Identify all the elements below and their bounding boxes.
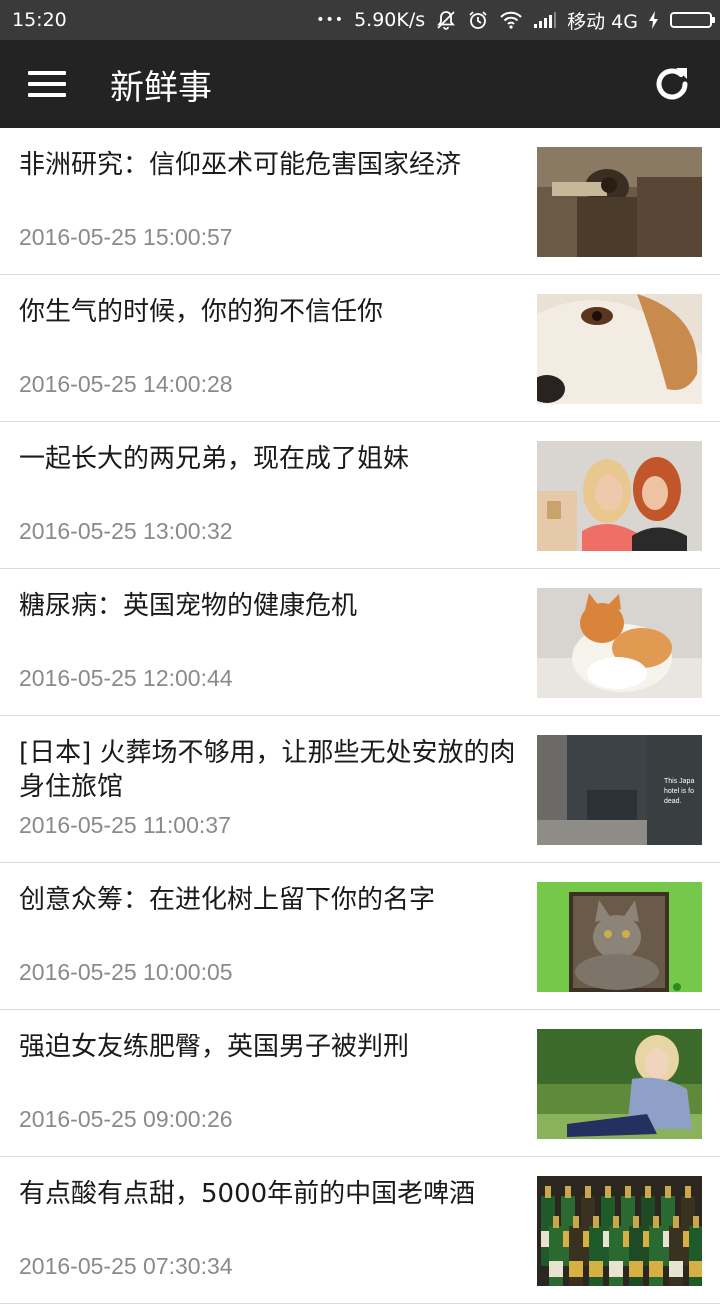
page-title: 新鲜事 bbox=[110, 67, 212, 108]
article-item[interactable]: [日本] 火葬场不够用，让那些无处安放的肉身住旅馆 2016-05-25 11:0… bbox=[0, 716, 720, 863]
alarm-icon bbox=[467, 9, 489, 31]
article-title: 你生气的时候，你的狗不信任你 bbox=[19, 297, 384, 327]
article-item[interactable]: 强迫女友练肥臀，英国男子被判刑 2016-05-25 09:00:26 bbox=[0, 1010, 720, 1157]
article-thumbnail bbox=[537, 1176, 702, 1286]
article-date: 2016-05-25 12:00:44 bbox=[19, 665, 233, 691]
status-right: ••• 5.90K/s 移动 4G bbox=[316, 7, 715, 34]
article-title: 创意众筹：在进化树上留下你的名字 bbox=[19, 885, 436, 915]
article-title: [日本] 火葬场不够用，让那些无处安放的肉身住旅馆 bbox=[19, 738, 516, 802]
network-speed: 5.90K/s bbox=[354, 9, 426, 31]
status-bar: 15:20 ••• 5.90K/s 移动 4G bbox=[0, 0, 720, 40]
article-title: 强迫女友练肥臀，英国男子被判刑 bbox=[19, 1032, 410, 1062]
wifi-icon bbox=[499, 10, 523, 30]
article-date: 2016-05-25 09:00:26 bbox=[19, 1106, 233, 1132]
thumb-caption-line-2: hotel is fo bbox=[664, 788, 694, 795]
article-list: 非洲研究：信仰巫术可能危害国家经济 2016-05-25 15:00:57 你生气… bbox=[0, 128, 720, 1304]
article-date: 2016-05-25 14:00:28 bbox=[19, 371, 233, 397]
menu-button[interactable] bbox=[0, 40, 104, 128]
thumb-caption-line-3: dead. bbox=[664, 798, 682, 805]
article-item[interactable]: 非洲研究：信仰巫术可能危害国家经济 2016-05-25 15:00:57 bbox=[0, 128, 720, 275]
article-item[interactable]: 创意众筹：在进化树上留下你的名字 2016-05-25 10:00:05 bbox=[0, 863, 720, 1010]
article-thumbnail bbox=[537, 1029, 702, 1139]
article-title: 非洲研究：信仰巫术可能危害国家经济 bbox=[19, 150, 462, 180]
article-item[interactable]: 你生气的时候，你的狗不信任你 2016-05-25 14:00:28 bbox=[0, 275, 720, 422]
article-thumbnail bbox=[537, 147, 702, 257]
thumb-caption-line-1: This Japa bbox=[664, 778, 694, 785]
status-time: 15:20 bbox=[12, 9, 67, 31]
carrier-label: 移动 4G bbox=[567, 10, 638, 33]
signal-icon bbox=[533, 11, 557, 29]
article-date: 2016-05-25 07:30:34 bbox=[19, 1253, 233, 1279]
article-item[interactable]: 一起长大的两兄弟，现在成了姐妹 2016-05-25 13:00:32 bbox=[0, 422, 720, 569]
article-title: 糖尿病：英国宠物的健康危机 bbox=[19, 591, 358, 621]
article-date: 2016-05-25 11:00:37 bbox=[19, 812, 231, 838]
mute-icon bbox=[435, 9, 457, 31]
article-thumbnail: This Japa hotel is fo dead. bbox=[537, 735, 702, 845]
article-title: 有点酸有点甜，5000年前的中国老啤酒 bbox=[19, 1179, 476, 1209]
battery-icon bbox=[670, 12, 715, 28]
charging-icon bbox=[648, 10, 660, 30]
article-date: 2016-05-25 15:00:57 bbox=[19, 224, 233, 250]
refresh-button[interactable] bbox=[624, 40, 720, 128]
article-date: 2016-05-25 10:00:05 bbox=[19, 959, 233, 985]
refresh-icon bbox=[656, 68, 688, 100]
article-thumbnail bbox=[537, 882, 702, 992]
more-notifications-icon: ••• bbox=[316, 12, 345, 28]
article-item[interactable]: 有点酸有点甜，5000年前的中国老啤酒 2016-05-25 07:30:34 bbox=[0, 1157, 720, 1304]
article-thumbnail bbox=[537, 294, 702, 404]
article-title: 一起长大的两兄弟，现在成了姐妹 bbox=[19, 444, 410, 474]
article-item[interactable]: 糖尿病：英国宠物的健康危机 2016-05-25 12:00:44 bbox=[0, 569, 720, 716]
article-thumbnail bbox=[537, 588, 702, 698]
article-thumbnail bbox=[537, 441, 702, 551]
article-date: 2016-05-25 13:00:32 bbox=[19, 518, 233, 544]
app-bar: 新鲜事 bbox=[0, 40, 720, 128]
hamburger-menu-icon bbox=[28, 71, 66, 97]
